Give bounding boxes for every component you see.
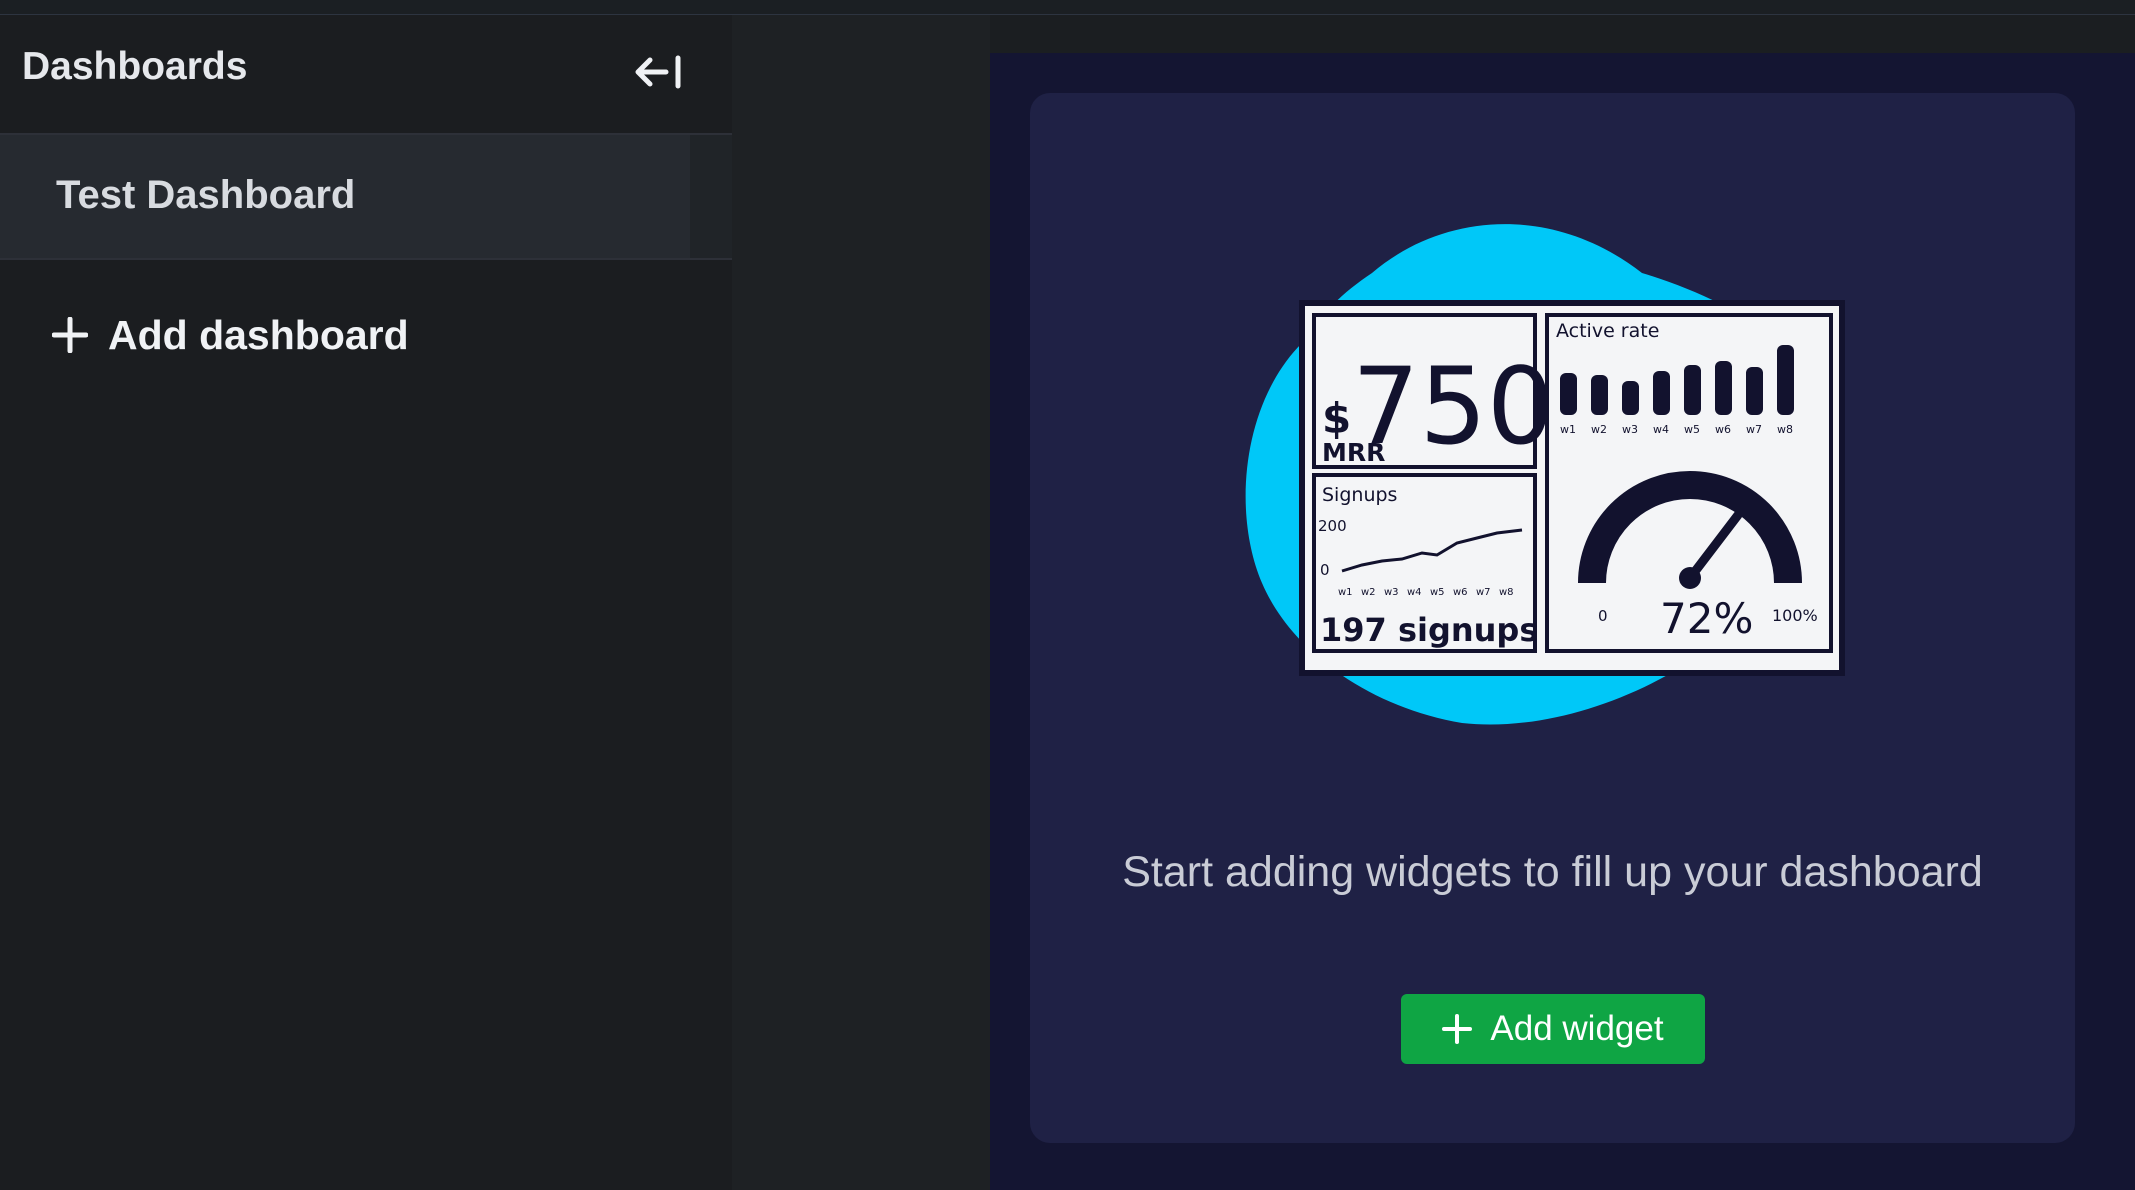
- sidebar-header: Dashboards: [0, 15, 732, 135]
- signups-week-label: w8: [1499, 587, 1514, 598]
- empty-state-message: Start adding widgets to fill up your das…: [1122, 848, 1983, 896]
- active-rate-bar: [1746, 367, 1763, 415]
- collapse-left-icon: [635, 55, 681, 89]
- signups-axis-min: 0: [1320, 561, 1330, 579]
- sidebar: Dashboards Test Dashboard Add dashboard: [0, 15, 732, 1190]
- dashboard-illustration: $ 750 MRR Signups 200 0 w1 w2 w3 w4 w5 w6 w7 w8…: [1245, 224, 1845, 725]
- signups-week-label: w6: [1453, 587, 1468, 598]
- active-rate-bar: [1777, 345, 1794, 415]
- sidebar-title: Dashboards: [22, 45, 248, 88]
- mrr-currency: $: [1322, 394, 1351, 443]
- signups-week-label: w7: [1476, 587, 1491, 598]
- sidebar-item-label: Test Dashboard: [56, 173, 356, 217]
- add-widget-button[interactable]: Add widget: [1401, 994, 1705, 1064]
- active-rate-week-label: w3: [1622, 423, 1638, 436]
- active-rate-bar: [1715, 361, 1732, 415]
- signups-week-label: w5: [1430, 587, 1445, 598]
- active-rate-week-label: w5: [1684, 423, 1700, 436]
- active-rate-bar: [1622, 381, 1639, 415]
- top-bar: [0, 0, 2135, 15]
- content-gutter: [732, 15, 990, 1190]
- signups-week-label: w4: [1407, 587, 1422, 598]
- active-rate-label: Active rate: [1556, 320, 1659, 342]
- active-rate-bar: [1591, 375, 1608, 415]
- active-rate-week-label: w8: [1777, 423, 1793, 436]
- active-rate-bar: [1560, 373, 1577, 415]
- signups-week-label: w1: [1338, 587, 1353, 598]
- active-rate-week-label: w1: [1560, 423, 1576, 436]
- add-dashboard-button[interactable]: Add dashboard: [52, 305, 409, 365]
- sidebar-item-edge: [690, 135, 732, 260]
- signups-week-label: w3: [1384, 587, 1399, 598]
- signups-count: 197 signups: [1320, 611, 1538, 649]
- active-rate-week-label: w7: [1746, 423, 1762, 436]
- gauge-value: 72%: [1660, 594, 1753, 643]
- active-rate-week-label: w4: [1653, 423, 1669, 436]
- gauge-max: 100%: [1772, 606, 1818, 625]
- signups-label: Signups: [1322, 484, 1397, 506]
- sidebar-item-test-dashboard[interactable]: Test Dashboard: [0, 135, 690, 260]
- active-rate-bar: [1684, 365, 1701, 415]
- active-rate-week-label: w6: [1715, 423, 1731, 436]
- active-rate-bar: [1653, 371, 1670, 415]
- collapse-sidebar-button[interactable]: [630, 50, 690, 100]
- plus-icon: [52, 317, 88, 353]
- plus-icon: [1442, 1014, 1473, 1044]
- empty-dashboard-card: $ 750 MRR Signups 200 0 w1 w2 w3 w4 w5 w6 w7 w8…: [1030, 93, 2075, 1143]
- gauge-hub: [1679, 567, 1701, 589]
- add-dashboard-label: Add dashboard: [108, 311, 409, 358]
- signups-axis-max: 200: [1318, 517, 1347, 535]
- gauge-min: 0: [1598, 607, 1608, 625]
- mrr-label: MRR: [1322, 438, 1385, 467]
- active-rate-week-label: w2: [1591, 423, 1607, 436]
- signups-week-label: w2: [1361, 587, 1376, 598]
- add-widget-label: Add widget: [1490, 1009, 1664, 1048]
